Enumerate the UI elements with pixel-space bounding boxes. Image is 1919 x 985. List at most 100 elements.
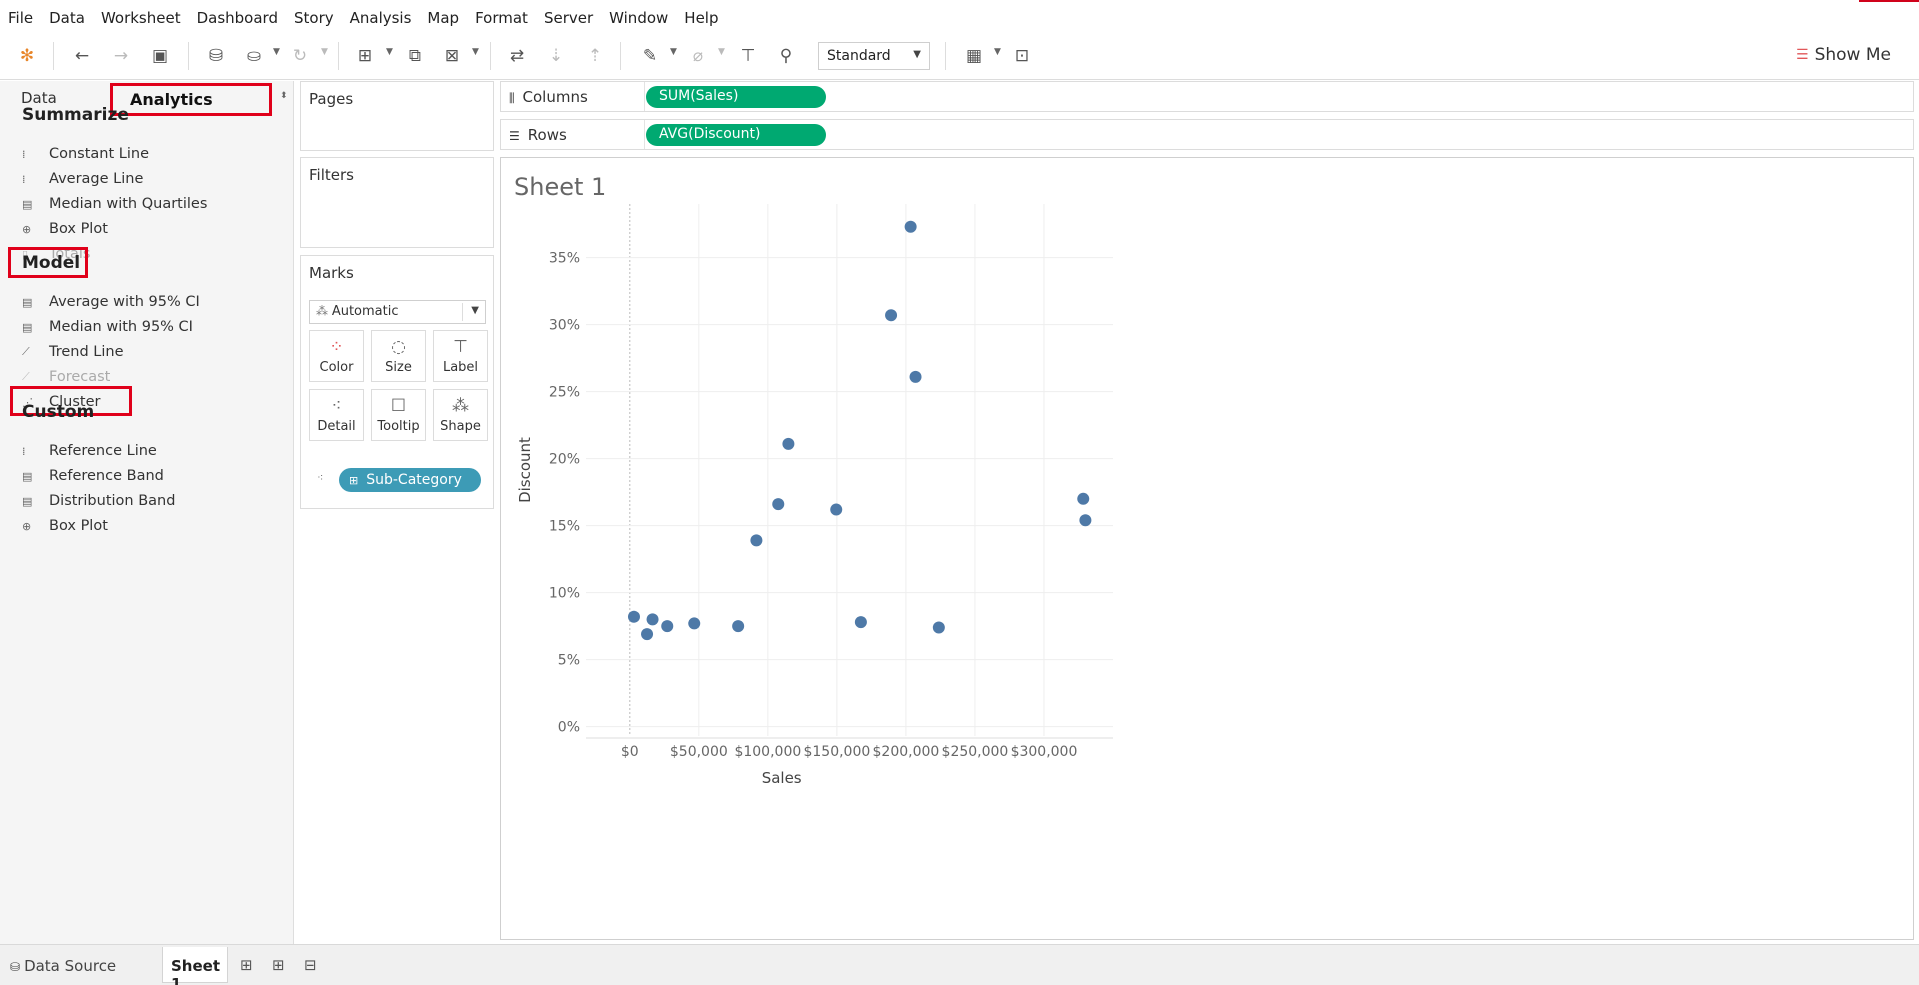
- chevron-down-icon[interactable]: ▼: [472, 47, 479, 57]
- clear-sheet-icon[interactable]: ⊠: [440, 44, 464, 68]
- new-story-icon[interactable]: ⊟: [304, 956, 317, 974]
- analytics-item-median-with-quartiles[interactable]: ▤ Median with Quartiles: [22, 194, 207, 214]
- rows-shelf[interactable]: ☰ Rows AVG(Discount): [500, 119, 1914, 150]
- menu-server[interactable]: Server: [544, 9, 593, 27]
- chevron-down-icon[interactable]: ▼: [386, 47, 393, 57]
- show-me-icon: ☰: [1796, 47, 1809, 63]
- avg-discount-pill[interactable]: AVG(Discount): [646, 124, 826, 146]
- new-worksheet-icon[interactable]: ⊞: [353, 44, 377, 68]
- toolbar-separator: [490, 42, 491, 70]
- color-label: Color: [319, 360, 354, 375]
- y-tick-label: 25%: [549, 385, 580, 401]
- analytics-item-label: Constant Line: [49, 146, 150, 162]
- analytics-item-label: Forecast: [49, 369, 111, 385]
- new-worksheet-icon[interactable]: ⊞: [240, 956, 253, 974]
- x-tick-label: $100,000: [734, 744, 801, 760]
- pin-icon[interactable]: ⚲: [774, 44, 798, 68]
- data-point: [885, 309, 898, 322]
- analytics-item-label: Box Plot: [49, 518, 108, 534]
- presentation-mode-icon[interactable]: ⊡: [1010, 44, 1034, 68]
- data-source-tab[interactable]: ⛁ Data Source: [10, 957, 116, 975]
- show-me-button[interactable]: ☰ Show Me: [1796, 45, 1891, 65]
- analytics-item-label: Average with 95% CI: [49, 294, 200, 310]
- menu-format[interactable]: Format: [475, 9, 528, 27]
- analytics-item-reference-line[interactable]: ⁞ Reference Line: [22, 441, 157, 461]
- menu-map[interactable]: Map: [427, 9, 459, 27]
- analytics-item-box-plot[interactable]: ⊕ Box Plot: [22, 219, 108, 239]
- chevron-down-icon[interactable]: ▼: [273, 47, 280, 57]
- y-tick-label: 35%: [549, 251, 580, 267]
- data-source-label: Data Source: [24, 957, 117, 975]
- filters-shelf[interactable]: Filters: [300, 157, 494, 248]
- tab-analytics[interactable]: Analytics: [110, 83, 272, 116]
- save-icon[interactable]: ▣: [148, 44, 172, 68]
- chevron-down-icon[interactable]: ▼: [994, 47, 1001, 57]
- menu-data[interactable]: Data: [49, 9, 85, 27]
- menu-story[interactable]: Story: [294, 9, 334, 27]
- analytics-item-trend-line[interactable]: ⟋ Trend Line: [22, 342, 124, 362]
- analytics-item-average-line[interactable]: ⁞ Average Line: [22, 169, 143, 189]
- analytics-item-median-with-95-ci[interactable]: ▤ Median with 95% CI: [22, 317, 193, 337]
- new-data-source-icon[interactable]: ⛁: [204, 44, 228, 68]
- pause-updates-icon[interactable]: ⛀: [242, 44, 266, 68]
- reference-line-icon: ⁞: [22, 444, 26, 458]
- duplicate-sheet-icon[interactable]: ⧉: [403, 44, 427, 68]
- sub-category-pill[interactable]: ⊞ Sub-Category: [339, 468, 481, 492]
- label-button[interactable]: ⊤ Label: [433, 330, 488, 382]
- group-icon[interactable]: ⌀: [686, 44, 710, 68]
- color-button[interactable]: ⁘ Color: [309, 330, 364, 382]
- x-tick-label: $50,000: [670, 744, 728, 760]
- sheet-1-tab[interactable]: Sheet 1: [162, 947, 228, 985]
- pages-shelf[interactable]: Pages: [300, 81, 494, 151]
- menu-dashboard[interactable]: Dashboard: [197, 9, 278, 27]
- automatic-icon: ⁂: [316, 304, 332, 318]
- menu-analysis[interactable]: Analysis: [350, 9, 412, 27]
- chevron-down-icon: ▼: [471, 305, 479, 316]
- tooltip-button[interactable]: ☐ Tooltip: [371, 389, 426, 441]
- pane-menu-icon[interactable]: ⬍: [280, 91, 288, 101]
- menu-file[interactable]: File: [8, 9, 33, 27]
- axes: $0 $50,000 $100,000 $150,000 $200,000 $250,00…: [516, 251, 1113, 787]
- chevron-down-icon[interactable]: ▼: [670, 47, 677, 57]
- toolbar-separator: [188, 42, 189, 70]
- analytics-pane: Data Analytics ⬍ Summarize ⁞ Constant Line…: [0, 81, 294, 944]
- label-icon: ⊤: [453, 337, 468, 357]
- show-labels-icon[interactable]: ⊤: [736, 44, 760, 68]
- sum-sales-pill[interactable]: SUM(Sales): [646, 86, 826, 108]
- columns-shelf[interactable]: ⫼ Columns SUM(Sales): [500, 81, 1914, 112]
- menu-worksheet[interactable]: Worksheet: [101, 9, 181, 27]
- detail-icon: ⁖: [331, 396, 342, 416]
- sort-ascending-icon[interactable]: ⇣: [544, 44, 568, 68]
- detail-button[interactable]: ⁖ Detail: [309, 389, 364, 441]
- chevron-down-icon[interactable]: ▼: [718, 47, 725, 57]
- sort-descending-icon[interactable]: ⇡: [583, 44, 607, 68]
- swap-icon[interactable]: ⇄: [505, 44, 529, 68]
- trend-line-icon: ⟋: [22, 345, 30, 358]
- menu-window[interactable]: Window: [609, 9, 668, 27]
- toolbar-separator: [338, 42, 339, 70]
- refresh-icon[interactable]: ↻: [288, 44, 312, 68]
- size-button[interactable]: ◌ Size: [371, 330, 426, 382]
- show-cards-icon[interactable]: ▦: [962, 44, 986, 68]
- new-dashboard-icon[interactable]: ⊞: [272, 956, 285, 974]
- tooltip-icon: ☐: [390, 396, 407, 416]
- fit-select[interactable]: Standard ▼: [818, 42, 930, 70]
- x-tick-label: $200,000: [873, 744, 940, 760]
- shape-button[interactable]: ⁂ Shape: [433, 389, 488, 441]
- redo-icon[interactable]: →: [109, 44, 133, 68]
- undo-icon[interactable]: ←: [70, 44, 94, 68]
- tableau-logo-icon[interactable]: ✻: [15, 44, 39, 68]
- analytics-item-label: Median with 95% CI: [49, 319, 193, 335]
- analytics-item-reference-band[interactable]: ▤ Reference Band: [22, 466, 164, 486]
- chevron-down-icon[interactable]: ▼: [321, 47, 328, 57]
- box-plot-icon: ⊕: [22, 519, 32, 533]
- mark-type-select[interactable]: ⁂ Automatic ▼: [309, 300, 486, 324]
- analytics-item-average-with-95-ci[interactable]: ▤ Average with 95% CI: [22, 292, 200, 312]
- highlight-icon[interactable]: ✎: [638, 44, 662, 68]
- x-tick-label: $250,000: [942, 744, 1009, 760]
- analytics-item-constant-line[interactable]: ⁞ Constant Line: [22, 144, 149, 164]
- analytics-item-distribution-band[interactable]: ▤ Distribution Band: [22, 491, 175, 511]
- distribution-band-icon: ▤: [22, 494, 33, 508]
- analytics-item-box-plot[interactable]: ⊕ Box Plot: [22, 516, 108, 536]
- menu-help[interactable]: Help: [684, 9, 718, 27]
